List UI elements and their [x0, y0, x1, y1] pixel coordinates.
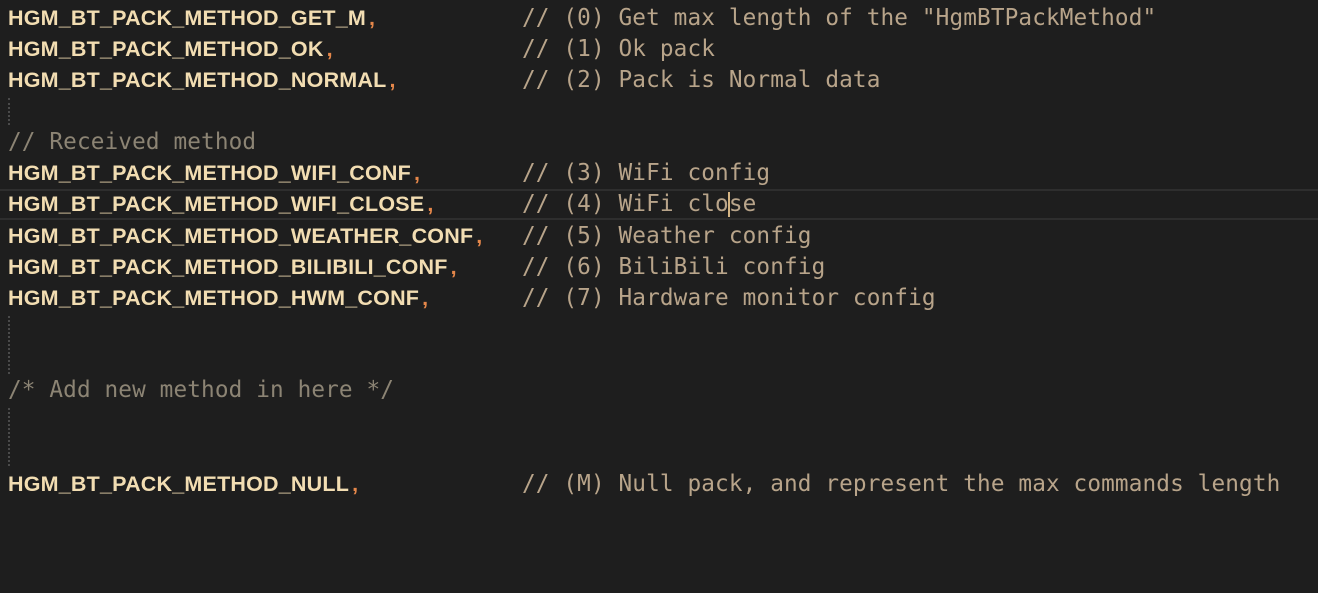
comma-token: , — [352, 472, 359, 496]
comma-token: , — [326, 37, 333, 61]
code-line[interactable]: HGM_BT_PACK_METHOD_GET_M, // (0) Get max… — [0, 3, 1318, 34]
enum-identifier: HGM_BT_PACK_METHOD_NORMAL, — [8, 68, 396, 92]
enum-identifier: HGM_BT_PACK_METHOD_HWM_CONF, — [8, 286, 429, 310]
code-line[interactable]: HGM_BT_PACK_METHOD_NORMAL, // (2) Pack i… — [0, 65, 1318, 96]
enum-identifier: HGM_BT_PACK_METHOD_GET_M, — [8, 6, 376, 30]
line-comment: // (3) WiFi config — [522, 160, 771, 186]
enum-identifier: HGM_BT_PACK_METHOD_OK, — [8, 37, 333, 61]
line-comment: // (M) Null pack, and represent the max … — [522, 471, 1281, 497]
block-comment: /* Add new method in here */ — [8, 377, 395, 403]
indent-guide — [8, 98, 10, 125]
comma-token: , — [476, 224, 483, 248]
comma-token: , — [413, 161, 421, 185]
comma-token: , — [389, 68, 396, 92]
indent-guide — [8, 408, 10, 466]
line-comment: // (0) Get max length of the "HgmBTPackM… — [522, 5, 1157, 31]
enum-identifier: HGM_BT_PACK_METHOD_WEATHER_CONF, — [8, 224, 483, 248]
comma-token: , — [427, 192, 434, 216]
code-editor[interactable]: HGM_BT_PACK_METHOD_GET_M, // (0) Get max… — [0, 0, 1318, 506]
code-line[interactable]: HGM_BT_PACK_METHOD_WIFI_CONF, // (3) WiF… — [0, 158, 1318, 189]
line-comment: // (6) BiliBili config — [522, 254, 826, 280]
comma-token: , — [422, 286, 429, 310]
comma-token: , — [369, 6, 376, 30]
indent-guide — [8, 316, 10, 374]
section-comment: // Received method — [8, 129, 257, 155]
code-line[interactable]: // Received method — [0, 127, 1318, 158]
line-comment: // (7) Hardware monitor config — [522, 285, 936, 311]
current-code-line[interactable]: HGM_BT_PACK_METHOD_WIFI_CLOSE, // (4) Wi… — [0, 189, 1318, 220]
code-line[interactable]: HGM_BT_PACK_METHOD_BILIBILI_CONF, // (6)… — [0, 252, 1318, 283]
code-line[interactable]: HGM_BT_PACK_METHOD_NULL, // (M) Null pac… — [0, 469, 1318, 500]
line-comment: // (4) WiFi close — [522, 191, 757, 217]
code-line[interactable]: HGM_BT_PACK_METHOD_OK, // (1) Ok pack — [0, 34, 1318, 65]
code-line[interactable]: /* Add new method in here */ — [0, 375, 1318, 406]
line-comment: // (5) Weather config — [522, 223, 812, 249]
enum-identifier: HGM_BT_PACK_METHOD_WIFI_CLOSE, — [8, 192, 434, 216]
enum-identifier: HGM_BT_PACK_METHOD_BILIBILI_CONF, — [8, 255, 457, 279]
code-line[interactable]: HGM_BT_PACK_METHOD_WEATHER_CONF, // (5) … — [0, 221, 1318, 252]
comma-token: , — [450, 255, 457, 279]
code-line[interactable]: HGM_BT_PACK_METHOD_HWM_CONF, // (7) Hard… — [0, 283, 1318, 314]
line-comment: // (2) Pack is Normal data — [522, 67, 881, 93]
enum-identifier: HGM_BT_PACK_METHOD_WIFI_CONF, — [8, 161, 421, 185]
line-comment: // (1) Ok pack — [522, 36, 716, 62]
enum-identifier: HGM_BT_PACK_METHOD_NULL, — [8, 472, 359, 496]
